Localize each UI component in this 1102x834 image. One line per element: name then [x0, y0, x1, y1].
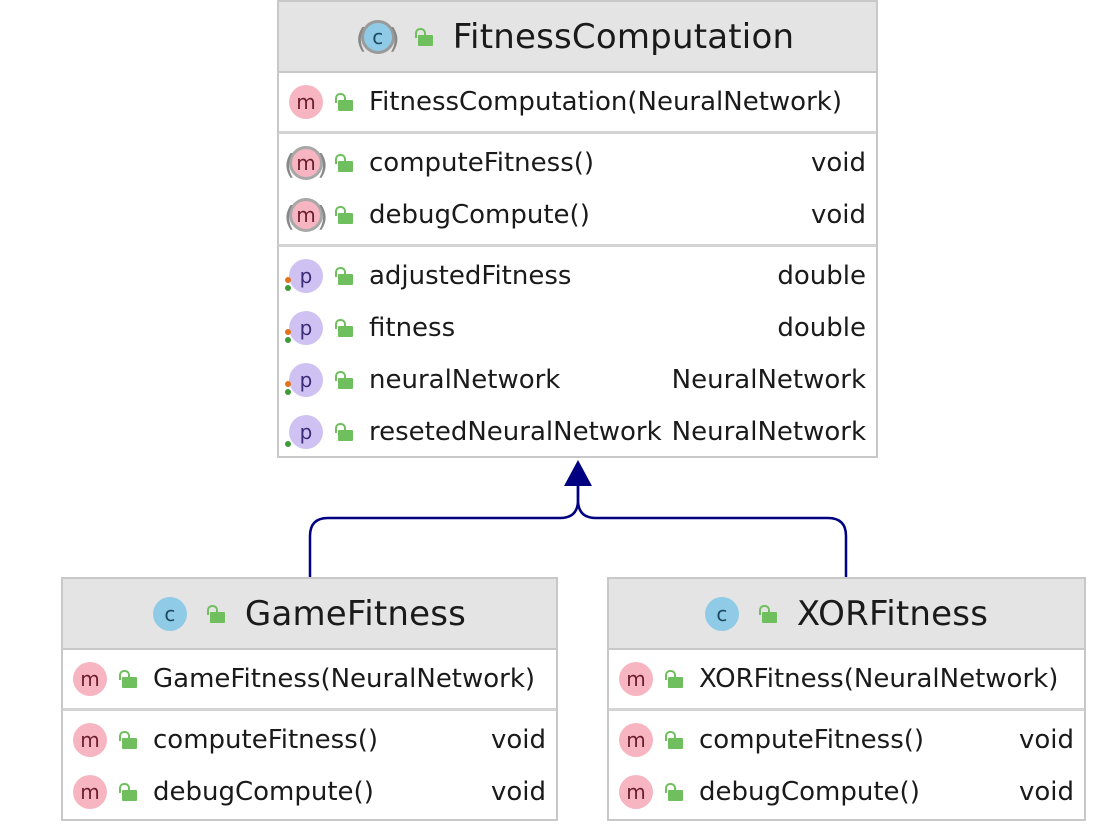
inheritance-connectors [308, 460, 848, 577]
inheritance-arrowhead [564, 460, 592, 486]
inheritance-edge-game-fitness[interactable] [308, 485, 580, 577]
inheritance-edge-xor-fitness[interactable] [576, 485, 848, 577]
